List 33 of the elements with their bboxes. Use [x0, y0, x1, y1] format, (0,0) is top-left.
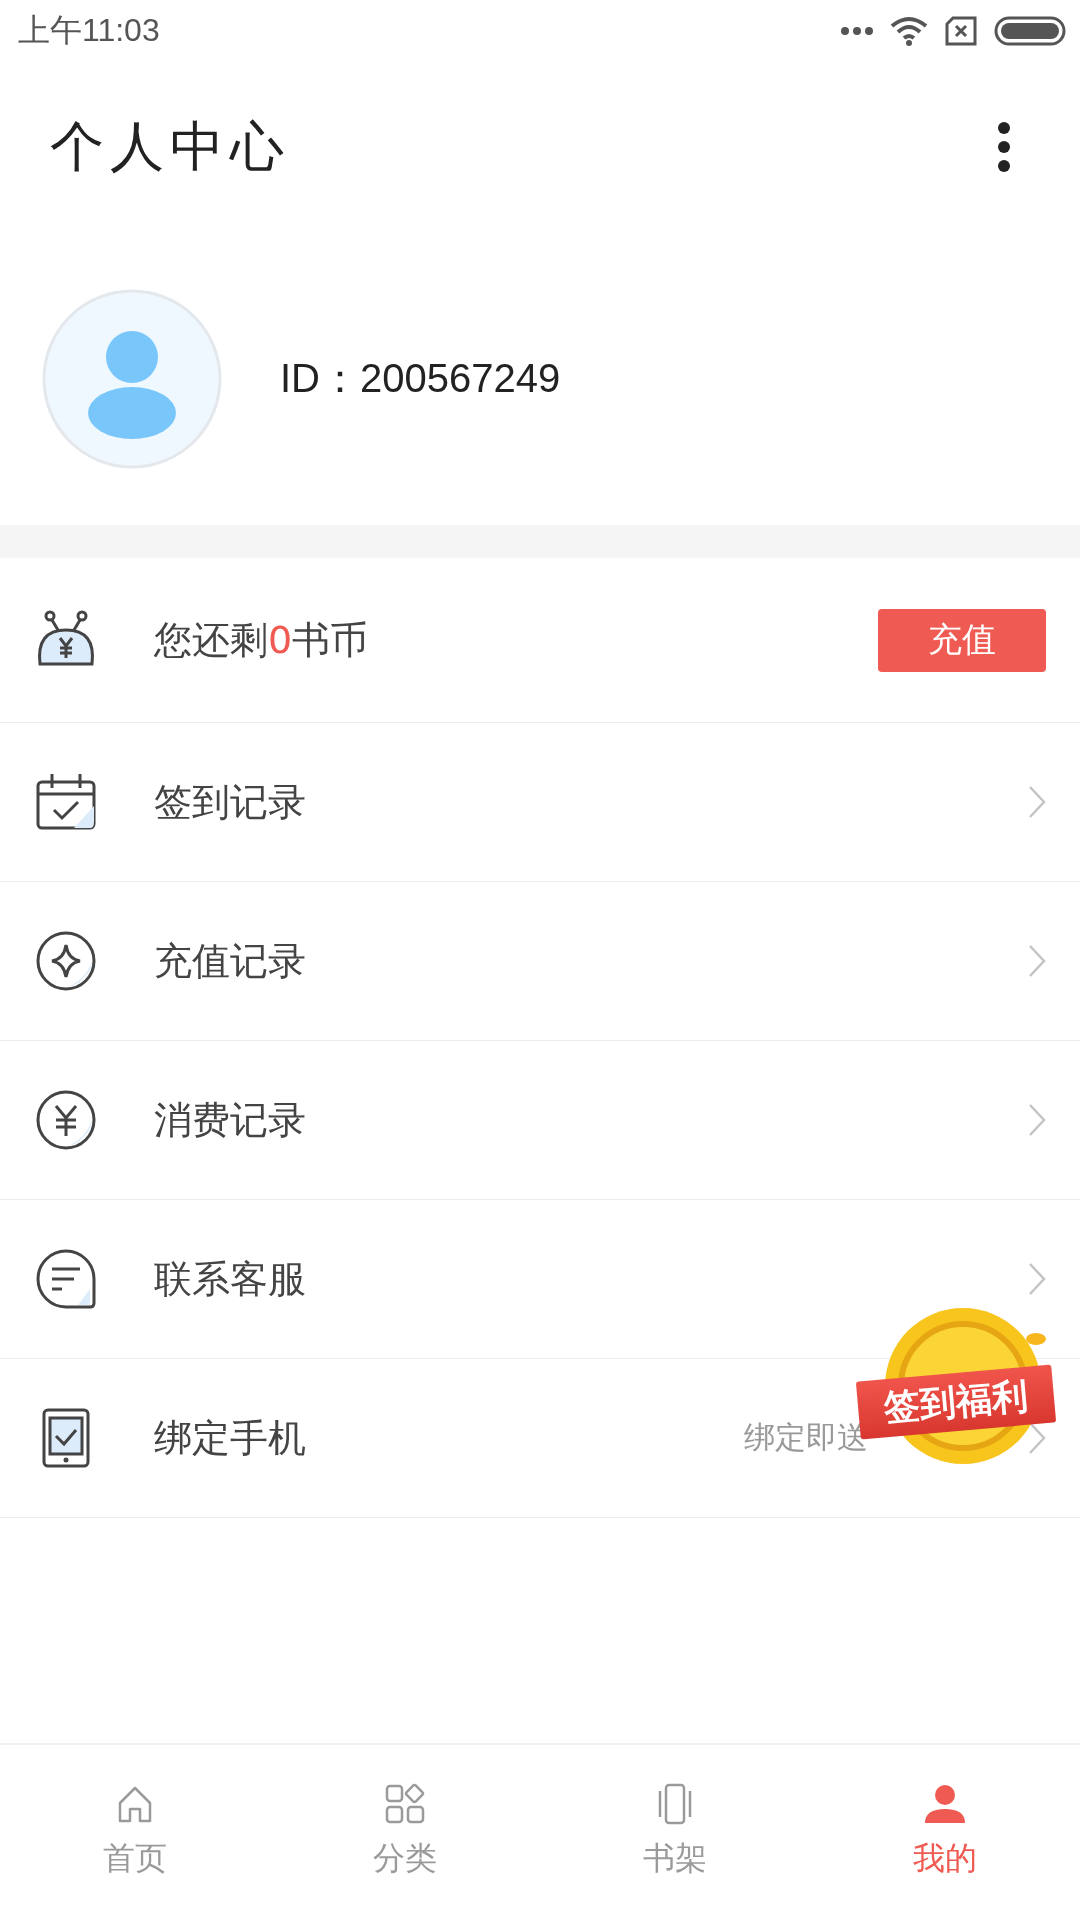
sparkle-icon [34, 931, 98, 991]
menu-label: 联系客服 [154, 1255, 307, 1303]
more-menu-icon[interactable] [996, 122, 1012, 172]
nav-tab[interactable]: 书架 [540, 1745, 810, 1920]
more-dots-icon [840, 26, 874, 36]
calendar-icon [34, 772, 98, 832]
nav-tab[interactable]: 分类 [270, 1745, 540, 1920]
chevron-right-icon [1028, 1262, 1046, 1296]
page-title: 个人中心 [50, 113, 290, 180]
menu-row[interactable]: 消费记录 [0, 1041, 1080, 1200]
chat-icon [34, 1249, 98, 1309]
user-id: ID：200567249 [280, 355, 561, 402]
recharge-button[interactable]: 充值 [878, 608, 1046, 672]
status-time: 上午11:03 [18, 11, 160, 50]
yen-icon [34, 1090, 98, 1150]
nav-tab[interactable]: 首页 [0, 1745, 270, 1920]
person-icon [924, 1783, 966, 1825]
menu-label: 签到记录 [154, 778, 307, 826]
menu-row[interactable]: 充值记录 [0, 882, 1080, 1041]
battery-icon [994, 16, 1066, 46]
menu-label: 绑定手机 [154, 1414, 307, 1462]
menu-hint: 绑定即送 [744, 1418, 868, 1457]
menu-label: 消费记录 [154, 1096, 307, 1144]
chevron-right-icon [1028, 1103, 1046, 1137]
coin-balance: 您还剩0书币 [154, 616, 370, 664]
chevron-right-icon [1028, 944, 1046, 978]
menu-row[interactable]: 签到记录 [0, 723, 1080, 882]
no-sim-icon [944, 16, 978, 46]
chevron-right-icon [1028, 785, 1046, 819]
menu-label: 充值记录 [154, 937, 307, 985]
wifi-icon [890, 16, 928, 46]
category-grid-icon [384, 1783, 426, 1825]
nav-tab[interactable]: 我的 [810, 1745, 1080, 1920]
